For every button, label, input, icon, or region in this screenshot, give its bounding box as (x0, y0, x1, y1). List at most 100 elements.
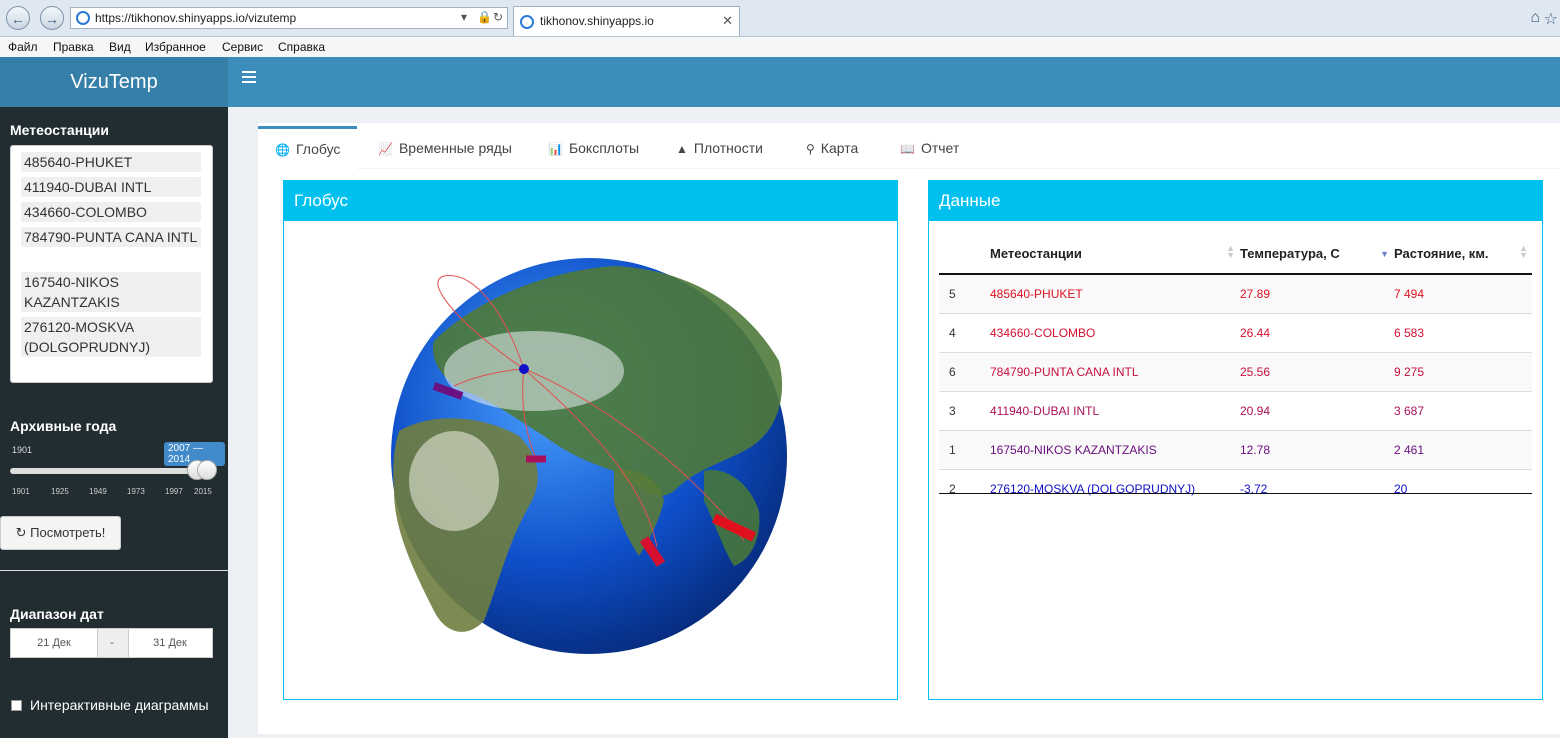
row-temperature: -3.72 (1239, 469, 1393, 508)
row-distance: 9 275 (1393, 352, 1532, 392)
sort-icon[interactable]: ▲ ▼ (1519, 244, 1528, 260)
column-header-index (939, 233, 989, 275)
view-button[interactable]: ↻ Посмотреть! (0, 516, 121, 550)
row-station: 411940-DUBAI INTL (989, 391, 1239, 431)
table-row[interactable]: 4 434660-COLOMBO 26.44 6 583 (939, 313, 1532, 353)
ie-logo-icon (520, 15, 534, 29)
refresh-icon: ↻ (15, 525, 27, 540)
station-chip[interactable]: 167540-NIKOS KAZANTZAKIS (21, 272, 201, 312)
row-station: 167540-NIKOS KAZANTZAKIS (989, 430, 1239, 470)
line-chart-icon: 📈 (378, 142, 393, 156)
favorites-star-icon[interactable]: ☆ (1544, 9, 1558, 29)
menu-help[interactable]: Справка (278, 40, 325, 54)
station-chip[interactable]: 411940-DUBAI INTL (21, 177, 201, 197)
menu-view[interactable]: Вид (109, 40, 131, 54)
interactive-charts-label[interactable]: Интерактивные диаграммы (30, 697, 209, 713)
menu-file[interactable]: Файл (8, 40, 38, 54)
top-navbar (228, 57, 1560, 107)
slider-tick: 1973 (127, 487, 145, 496)
table-row[interactable]: 6 784790-PUNTA CANA INTL 25.56 9 275 (939, 352, 1532, 392)
slider-tick: 2015 (194, 487, 212, 496)
main-content: 🌐 Глобус 📈 Временные ряды 📊 Боксплоты ▲ Плот… (258, 123, 1560, 734)
row-temperature: 12.78 (1239, 430, 1393, 470)
data-table: Метеостанции ▲ ▼ Температура, C ▼ Растоян… (939, 233, 1532, 508)
menu-edit[interactable]: Правка (53, 40, 94, 54)
bar-chart-icon: 📊 (548, 142, 563, 156)
column-header-distance[interactable]: Растояние, км. ▲ ▼ (1393, 233, 1532, 275)
close-tab-icon[interactable]: ✕ (722, 13, 733, 29)
row-distance: 3 687 (1393, 391, 1532, 431)
browser-tab[interactable]: tikhonov.shinyapps.io ✕ (513, 6, 740, 36)
sort-icon[interactable]: ▲ ▼ (1226, 244, 1235, 260)
slider-tick: 1997 (165, 487, 183, 496)
table-row[interactable]: 5 485640-PHUKET 27.89 7 494 (939, 273, 1532, 314)
row-index: 2 (939, 469, 989, 508)
row-station: 434660-COLOMBO (989, 313, 1239, 353)
tab-globe[interactable]: 🌐 Глобус (258, 126, 358, 171)
sidebar-divider (0, 570, 228, 571)
tab-report[interactable]: 📖 Отчет (900, 126, 959, 168)
row-station: 276120-MOSKVA (DOLGOPRUDNYJ) (989, 469, 1239, 508)
date-from-input[interactable]: 21 Дек (11, 637, 97, 649)
browser-toolbar: ← → https://tikhonov.shinyapps.io/vizute… (0, 0, 1560, 37)
station-chip[interactable]: 434660-COLOMBO (21, 202, 201, 222)
row-distance: 20 (1393, 469, 1532, 508)
station-chip[interactable]: 485640-PHUKET (21, 152, 201, 172)
ie-logo-icon (76, 11, 90, 25)
slider-min-label: 1901 (12, 445, 33, 455)
row-index: 4 (939, 313, 989, 353)
slider-tick: 1901 (12, 487, 30, 496)
forward-arrow-icon[interactable]: → (40, 6, 64, 30)
back-arrow-icon[interactable]: ← (6, 6, 30, 30)
row-index: 1 (939, 430, 989, 470)
data-box: Данные Метеостанции ▲ ▼ Температура, C ▼ … (928, 180, 1543, 700)
slider-tick: 1949 (89, 487, 107, 496)
years-label: Архивные года (10, 418, 117, 434)
tab-time-series[interactable]: 📈 Временные ряды (378, 126, 512, 168)
station-marker-moskva[interactable] (519, 364, 529, 374)
row-index: 5 (939, 273, 989, 314)
menu-tools[interactable]: Сервис (222, 40, 263, 54)
address-bar[interactable]: https://tikhonov.shinyapps.io/vizutemp ▾… (70, 7, 508, 29)
row-temperature: 26.44 (1239, 313, 1393, 353)
table-row[interactable]: 3 411940-DUBAI INTL 20.94 3 687 (939, 391, 1532, 431)
station-chip[interactable]: 784790-PUNTA CANA INTL (21, 227, 201, 247)
tab-map[interactable]: ⚲ Карта (806, 126, 858, 168)
hamburger-menu-icon[interactable] (242, 71, 256, 83)
tab-boxplots[interactable]: 📊 Боксплоты (548, 126, 639, 168)
stations-label: Метеостанции (10, 122, 109, 138)
row-station: 784790-PUNTA CANA INTL (989, 352, 1239, 392)
interactive-charts-checkbox[interactable] (11, 700, 22, 711)
date-range-input: 21 Дек - 31 Дек (10, 628, 213, 658)
globe-visualization[interactable] (284, 221, 897, 699)
column-header-temperature[interactable]: Температура, C ▼ (1239, 233, 1393, 275)
years-range-slider[interactable]: 1901 2007 — 2014 1901 1925 1949 1973 199… (10, 442, 225, 502)
app-logo[interactable]: VizuTemp (0, 57, 228, 107)
table-row[interactable]: 1 167540-NIKOS KAZANTZAKIS 12.78 2 461 (939, 430, 1532, 470)
row-temperature: 27.89 (1239, 273, 1393, 314)
table-bottom-border (939, 493, 1532, 494)
dropdown-icon[interactable]: ▾ (461, 10, 467, 24)
stations-multiselect[interactable]: 485640-PHUKET 411940-DUBAI INTL 434660-C… (10, 145, 213, 383)
refresh-icon[interactable]: ↻ (493, 10, 503, 24)
slider-track[interactable] (10, 468, 210, 474)
date-to-input[interactable]: 31 Дек (127, 637, 213, 649)
sort-desc-icon[interactable]: ▼ (1380, 250, 1389, 259)
slider-tick: 1925 (51, 487, 69, 496)
address-url[interactable]: https://tikhonov.shinyapps.io/vizutemp (95, 11, 296, 25)
slider-handle-to[interactable] (197, 460, 218, 480)
globe-icon: 🌐 (275, 143, 290, 157)
column-header-station[interactable]: Метеостанции ▲ ▼ (989, 233, 1239, 275)
menu-favorites[interactable]: Избранное (145, 40, 206, 54)
browser-tab-title: tikhonov.shinyapps.io (540, 14, 654, 28)
home-icon[interactable]: ⌂ (1530, 9, 1540, 27)
station-chip[interactable]: 276120-MOSKVA (DOLGOPRUDNYJ) (21, 317, 201, 357)
row-index: 6 (939, 352, 989, 392)
globe-box-title: Глобус (284, 181, 897, 221)
row-distance: 7 494 (1393, 273, 1532, 314)
table-row[interactable]: 2 276120-MOSKVA (DOLGOPRUDNYJ) -3.72 20 (939, 469, 1532, 508)
book-icon: 📖 (900, 142, 915, 156)
tab-densities[interactable]: ▲ Плотности (676, 126, 763, 168)
globe-desert (409, 431, 499, 531)
globe-box: Глобус (283, 180, 898, 700)
